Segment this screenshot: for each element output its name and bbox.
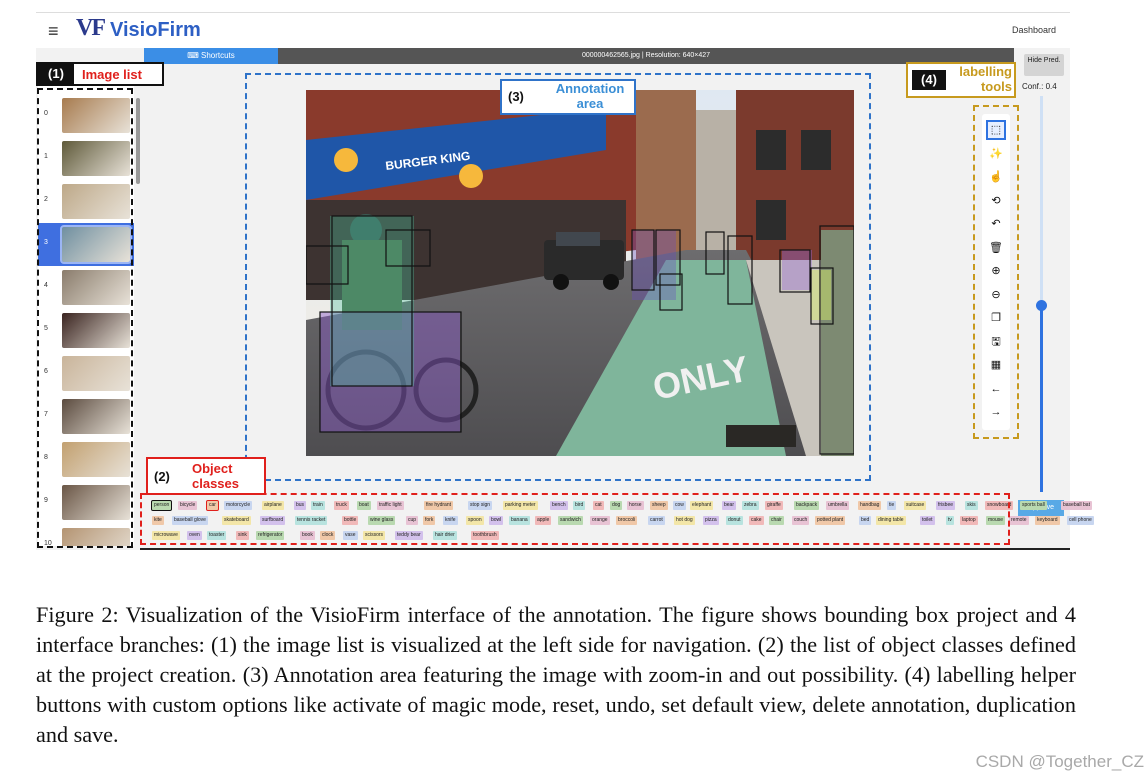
shortcuts-button[interactable]: ⌨ Shortcuts [144, 48, 278, 64]
logo-mark: VF [76, 15, 106, 41]
zoom-in-icon[interactable]: ⊕ [986, 261, 1006, 281]
divider [140, 548, 1070, 550]
image-info-bar: 000000462565.jpg | Resolution: 640×427 [278, 48, 1014, 64]
magic-wand-icon[interactable]: ✨ [986, 144, 1006, 164]
top-bar: ≡ VF VisioFirm Dashboard [36, 12, 1070, 49]
callout-label: labelling tools [959, 64, 1012, 94]
confidence-label: Conf.: 0.4 [1022, 82, 1057, 91]
delete-icon[interactable]: 🗑 [986, 238, 1006, 258]
callout-label: Image list [82, 67, 142, 82]
duplicate-icon[interactable]: ❐ [986, 308, 1006, 328]
watermark: CSDN @Together_CZ [975, 752, 1144, 771]
menu-icon[interactable]: ≡ [48, 21, 59, 42]
callout-annotation-area: (3) Annotation area [500, 79, 636, 115]
reset-view-icon[interactable]: ⟲ [986, 191, 1006, 211]
pointer-click-icon[interactable]: ☝ [986, 167, 1006, 187]
undo-icon[interactable]: ↶ [986, 214, 1006, 234]
class-chip[interactable]: baseball bat [1061, 501, 1092, 510]
image-list-highlight [37, 88, 133, 548]
class-chip[interactable]: keyboard [1035, 516, 1060, 525]
callout-label: Object classes [192, 461, 239, 491]
dashboard-link[interactable]: Dashboard [1012, 25, 1056, 35]
confidence-slider-thumb[interactable] [1036, 299, 1047, 311]
prev-arrow-icon[interactable]: ← [986, 379, 1006, 399]
object-classes-highlight [140, 493, 1010, 545]
save-icon[interactable]: 🖫 [986, 332, 1006, 352]
next-arrow-icon[interactable]: → [986, 402, 1006, 422]
class-chip[interactable]: remote [1009, 516, 1029, 525]
street-photo: BURGER KING ONLY [306, 90, 854, 456]
callout-object-classes: (2) Object classes [146, 457, 266, 495]
grid-icon[interactable]: ▦ [986, 355, 1006, 375]
callout-number: (1) [38, 64, 74, 84]
callout-image-list: (1) Image list [36, 62, 164, 86]
callout-number: (4) [912, 70, 946, 90]
class-chip[interactable]: sports ball [1020, 501, 1047, 510]
shortcuts-label: Shortcuts [200, 51, 235, 60]
bbox-tool-icon[interactable]: ⬚ [986, 120, 1006, 140]
callout-number: (3) [508, 89, 524, 104]
callout-labelling-tools: (4) labelling tools [906, 62, 1016, 98]
confidence-slider-fill [1040, 303, 1043, 492]
app-title: VisioFirm [110, 19, 201, 41]
image-list-scrollbar[interactable] [136, 98, 140, 184]
callout-label: Annotation area [555, 81, 625, 111]
labelling-tools-panel: ⬚ ✨ ☝ ⟲ ↶ 🗑 ⊕ ⊖ ❐ 🖫 ▦ ← → [982, 114, 1010, 430]
annotation-image[interactable]: BURGER KING ONLY [306, 90, 854, 456]
figure-caption: Figure 2: Visualization of the VisioFirm… [36, 602, 1076, 747]
hide-predictions-button[interactable]: Hide Pred. [1024, 54, 1064, 76]
keyboard-icon: ⌨ [187, 51, 201, 60]
zoom-out-icon[interactable]: ⊖ [986, 285, 1006, 305]
class-chip[interactable]: cell phone [1067, 516, 1094, 525]
callout-number: (2) [154, 469, 170, 484]
